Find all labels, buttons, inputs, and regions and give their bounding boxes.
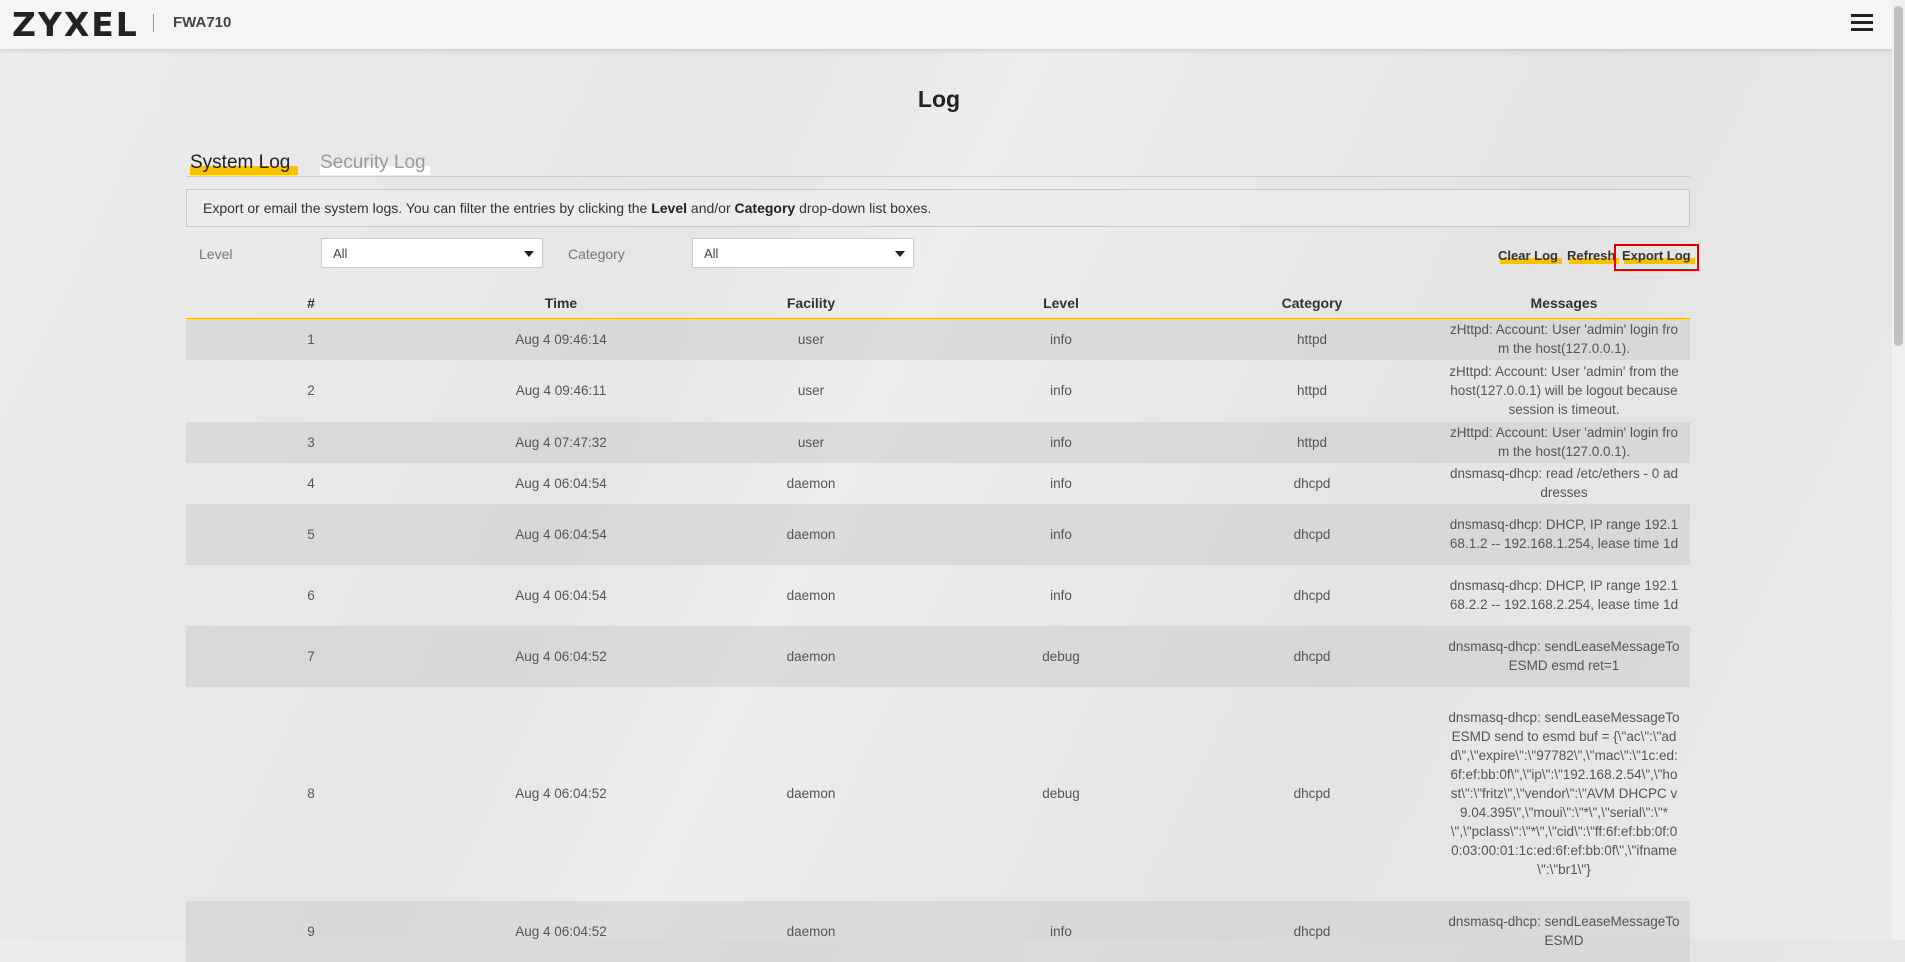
cell-category: dhcpd [1186, 503, 1438, 565]
scrollbar-thumb[interactable] [1894, 6, 1903, 346]
cell-level: info [936, 900, 1186, 962]
device-model: FWA710 [173, 14, 232, 31]
cell-time: Aug 4 06:04:54 [515, 475, 607, 491]
cell-facility: daemon [686, 625, 936, 687]
column-header-category: Category [1186, 288, 1438, 319]
table-row: 9 Aug 4 06:04:52 daemon info dhcpd dnsma… [186, 900, 1690, 962]
hamburger-menu-icon[interactable] [1851, 14, 1873, 32]
cell-time: Aug 4 07:47:32 [436, 421, 686, 463]
cell-level: info [1050, 587, 1072, 603]
cell-category: httpd [1186, 421, 1438, 463]
cell-message: zHttpd: Account: User 'admin' from the h… [1449, 364, 1679, 417]
table-row: 8 Aug 4 06:04:52 daemon debug dhcpd dnsm… [186, 687, 1690, 901]
cell-level: info [1050, 383, 1072, 398]
refresh-button[interactable]: Refresh [1567, 248, 1620, 264]
column-header-time: Time [436, 288, 686, 319]
cell-message: dnsmasq-dhcp: sendLeaseMessageToESMD [1438, 900, 1690, 962]
cell-number: 3 [186, 421, 436, 463]
log-table: # Time Facility Level Category Messages … [186, 288, 1690, 962]
tab-security-log[interactable]: Security Log [320, 152, 430, 175]
cell-message: dnsmasq-dhcp: DHCP, IP range 192.168.1.2… [1438, 503, 1690, 565]
zyxel-logo[interactable]: ZYXEL [12, 5, 139, 44]
page-scrollbar[interactable] [1892, 0, 1905, 940]
cell-facility: daemon [686, 900, 936, 962]
cell-facility: daemon [786, 786, 836, 801]
column-header-messages: Messages [1438, 288, 1690, 319]
table-row: 7 Aug 4 06:04:52 daemon debug dhcpd dnsm… [186, 625, 1690, 687]
cell-level: info [936, 503, 1186, 565]
cell-time: Aug 4 06:04:52 [436, 900, 686, 962]
cell-time: Aug 4 06:04:54 [515, 587, 607, 603]
cell-facility: daemon [786, 587, 836, 603]
table-row: 4 Aug 4 06:04:54 daemon info dhcpd dnsma… [186, 463, 1690, 504]
description-text: Export or email the system logs. You can… [203, 200, 932, 216]
cell-level: info [1050, 475, 1072, 491]
tab-system-log[interactable]: System Log [190, 152, 299, 175]
cell-message: dnsmasq-dhcp: DHCP, IP range 192.168.2.2… [1449, 578, 1679, 612]
clear-log-button[interactable]: Clear Log [1498, 248, 1562, 264]
cell-time: Aug 4 09:46:11 [515, 383, 607, 398]
tab-system-log-label: System Log [190, 152, 291, 173]
level-filter-value: All [333, 246, 348, 261]
cell-facility: user [686, 421, 936, 463]
cell-category: httpd [1296, 383, 1328, 398]
cell-number: 6 [307, 587, 315, 603]
table-row: 3 Aug 4 07:47:32 user info httpd zHttpd:… [186, 421, 1690, 463]
page-title: Log [917, 86, 961, 112]
cell-number: 8 [307, 786, 315, 801]
top-bar: ZYXEL FWA710 [0, 0, 1892, 49]
cell-number: 7 [186, 625, 436, 687]
cell-number: 1 [186, 318, 436, 360]
cell-number: 9 [186, 900, 436, 962]
cell-facility: daemon [786, 475, 836, 491]
cell-level: info [936, 318, 1186, 360]
column-header-level: Level [936, 288, 1186, 319]
column-header-number: # [186, 288, 436, 319]
export-log-button[interactable]: Export Log [1622, 248, 1695, 264]
log-tabs: System Log Security Log [186, 152, 1690, 177]
cell-level: info [936, 421, 1186, 463]
description-box: Export or email the system logs. You can… [186, 189, 1690, 227]
table-header-row: # Time Facility Level Category Messages [186, 288, 1690, 319]
category-filter-label: Category [568, 246, 625, 262]
tab-security-log-label: Security Log [320, 152, 426, 173]
cell-time: Aug 4 09:46:14 [436, 318, 686, 360]
cell-number: 2 [307, 383, 315, 398]
table-row: 5 Aug 4 06:04:54 daemon info dhcpd dnsma… [186, 503, 1690, 565]
table-row: 1 Aug 4 09:46:14 user info httpd zHttpd:… [186, 318, 1690, 360]
cell-category: dhcpd [1293, 475, 1331, 491]
cell-category: httpd [1186, 318, 1438, 360]
cell-level: debug [936, 625, 1186, 687]
chevron-down-icon [524, 251, 534, 257]
category-filter-value: All [704, 246, 719, 261]
cell-category: dhcpd [1186, 625, 1438, 687]
cell-message: zHttpd: Account: User 'admin' login from… [1438, 421, 1690, 463]
cell-facility: user [686, 318, 936, 360]
chevron-down-icon [895, 251, 905, 257]
cell-level: debug [1042, 786, 1080, 801]
category-filter-select[interactable]: All [692, 238, 914, 268]
table-row: 2 Aug 4 09:46:11 user info httpd zHttpd:… [186, 360, 1690, 422]
cell-number: 4 [307, 475, 315, 491]
cell-category: dhcpd [1186, 900, 1438, 962]
cell-message: dnsmasq-dhcp: sendLeaseMessageToESMD esm… [1438, 625, 1690, 687]
cell-message: zHttpd: Account: User 'admin' login from… [1438, 318, 1690, 360]
cell-facility: daemon [686, 503, 936, 565]
level-filter-select[interactable]: All [321, 238, 543, 268]
cell-time: Aug 4 06:04:52 [515, 786, 607, 801]
cell-time: Aug 4 06:04:52 [436, 625, 686, 687]
column-header-facility: Facility [686, 288, 936, 319]
cell-number: 5 [186, 503, 436, 565]
table-row: 6 Aug 4 06:04:54 daemon info dhcpd dnsma… [186, 565, 1690, 626]
cell-message: dnsmasq-dhcp: read /etc/ethers - 0 addre… [1449, 466, 1679, 500]
cell-category: dhcpd [1293, 587, 1331, 603]
cell-time: Aug 4 06:04:54 [436, 503, 686, 565]
cell-category: dhcpd [1293, 786, 1331, 801]
cell-facility: user [797, 383, 825, 398]
level-filter-label: Level [199, 246, 233, 262]
cell-message: dnsmasq-dhcp: sendLeaseMessageToESMD sen… [1448, 710, 1680, 877]
header-divider [153, 14, 154, 32]
